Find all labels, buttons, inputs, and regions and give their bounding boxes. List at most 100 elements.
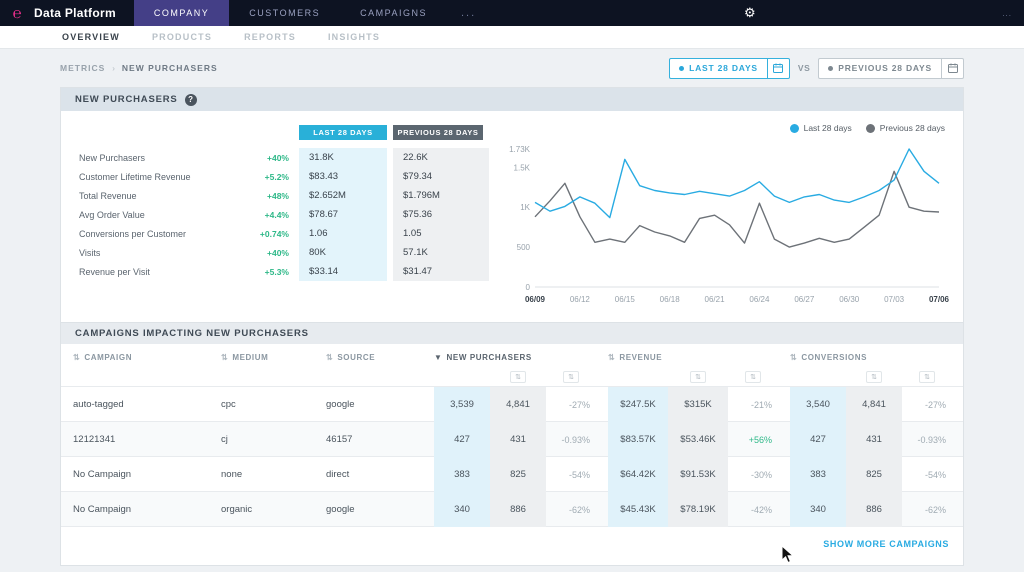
sort-np-change-icon[interactable]: ⇅ (563, 371, 579, 383)
column-header-conversions[interactable]: ⇅ CONVERSIONS (790, 353, 952, 362)
metric-current-value: $33.14 (299, 262, 387, 281)
nav-tab-campaigns[interactable]: Campaigns (340, 0, 447, 26)
nav-tab-customers[interactable]: Customers (229, 0, 340, 26)
cell-conversions-previous: 886 (846, 492, 902, 527)
column-label: REVENUE (619, 352, 663, 362)
last-28-days-button[interactable]: LAST 28 DAYS (669, 57, 768, 79)
help-icon[interactable]: ? (184, 93, 197, 106)
sort-icon: ⇅ (326, 352, 334, 362)
tab-products[interactable]: PRODUCTS (136, 32, 228, 42)
cell-np-current: 3,539 (434, 387, 490, 422)
svg-text:06/15: 06/15 (615, 295, 636, 304)
line-chart[interactable]: 0 500 1K 1.5K 1.73K 06/09 06/12 06/15 06/18 06/21… (501, 139, 949, 307)
sort-conversions-previous-icon[interactable]: ⇅ (866, 371, 882, 383)
metric-label: New Purchasers (79, 152, 146, 163)
campaigns-section-header: CAMPAIGNS IMPACTING NEW PURCHASERS (61, 322, 963, 344)
previous-28-days-calendar-icon[interactable] (942, 57, 964, 79)
previous-28-days-label: PREVIOUS 28 DAYS (838, 63, 932, 73)
table-header-row: ⇅ CAMPAIGN ⇅ MEDIUM ⇅ SOURCE ▼ NEW PURCH… (61, 344, 963, 370)
cell-campaign: No Campaign (73, 504, 132, 515)
nav-tab-company[interactable]: Company (133, 0, 230, 26)
metric-row: Avg Order Value +4.4% $78.67 $75.36 (79, 205, 489, 224)
metric-row: Total Revenue +48% $2.652M $1.796M (79, 186, 489, 205)
vs-label: VS (797, 63, 811, 73)
svg-text:500: 500 (517, 243, 531, 252)
cell-revenue-current: $45.43K (608, 492, 668, 527)
last-28-days-label: LAST 28 DAYS (689, 63, 758, 73)
sort-revenue-change-icon[interactable]: ⇅ (745, 371, 761, 383)
cell-source: direct (326, 469, 350, 480)
breadcrumb-row: METRICS › NEW PURCHASERS LAST 28 DAYS VS… (0, 49, 1024, 87)
svg-text:06/30: 06/30 (839, 295, 860, 304)
cell-revenue-current: $247.5K (608, 387, 668, 422)
metric-change: +40% (267, 152, 289, 163)
sort-icon: ⇅ (608, 352, 616, 362)
cell-revenue-change: -21% (750, 399, 772, 410)
legend-last-28-days[interactable]: Last 28 days (789, 123, 852, 133)
show-more-campaigns-link[interactable]: SHOW MORE CAMPAIGNS (823, 539, 949, 549)
cell-conversions-previous: 4,841 (846, 387, 902, 422)
nav-overflow-icon[interactable]: ... (447, 0, 490, 26)
column-header-campaign[interactable]: ⇅ CAMPAIGN (73, 353, 221, 362)
date-controls: LAST 28 DAYS VS PREVIOUS 28 DAYS (669, 57, 964, 79)
svg-text:06/24: 06/24 (749, 295, 770, 304)
table-row[interactable]: auto-tagged cpc google 3,539 4,841 -27% … (61, 386, 963, 422)
sort-desc-icon: ▼ (434, 352, 443, 362)
sort-conversions-change-icon[interactable]: ⇅ (919, 371, 935, 383)
column-header-revenue[interactable]: ⇅ REVENUE (608, 353, 778, 362)
column-header-medium[interactable]: ⇅ MEDIUM (221, 353, 326, 362)
table-row[interactable]: No Campaign organic google 340 886 -62% … (61, 491, 963, 527)
metric-label: Revenue per Visit (79, 266, 150, 277)
trend-chart: Last 28 days Previous 28 days 0 500 1K 1.5K… (489, 123, 949, 312)
previous-28-days-button[interactable]: PREVIOUS 28 DAYS (818, 57, 942, 79)
cell-np-change: -27% (568, 399, 590, 410)
metric-current-value: $2.652M (299, 186, 387, 205)
column-label: NEW PURCHASERS (446, 352, 532, 362)
legend-label: Last 28 days (803, 123, 852, 133)
last-28-days-calendar-icon[interactable] (767, 57, 790, 79)
cell-campaign: 12121341 (73, 434, 116, 445)
table-row[interactable]: No Campaign none direct 383 825 -54% $64… (61, 456, 963, 492)
cell-revenue-change: -42% (750, 504, 772, 515)
cell-revenue-previous: $91.53K (668, 457, 728, 492)
tab-overview[interactable]: OVERVIEW (46, 32, 136, 42)
svg-text:1K: 1K (520, 203, 530, 212)
cell-revenue-previous: $315K (668, 387, 728, 422)
metric-row: Revenue per Visit +5.3% $33.14 $31.47 (79, 262, 489, 281)
metric-label: Customer Lifetime Revenue (79, 171, 191, 182)
column-header-last-28-days: LAST 28 DAYS (299, 125, 387, 140)
chart-legend: Last 28 days Previous 28 days (776, 123, 945, 133)
topbar-menu-dots-icon[interactable]: ... (1002, 0, 1012, 26)
sort-np-previous-icon[interactable]: ⇅ (510, 371, 526, 383)
cell-conversions-change: -62% (924, 504, 946, 515)
metric-change: +5.3% (264, 266, 289, 277)
settings-gear-icon[interactable]: ⚙ (744, 0, 756, 26)
metrics-panel: LAST 28 DAYS PREVIOUS 28 DAYS New Purcha… (61, 111, 963, 322)
column-header-new-purchasers[interactable]: ▼ NEW PURCHASERS (434, 353, 596, 362)
tab-insights[interactable]: INSIGHTS (312, 32, 396, 42)
legend-previous-28-days[interactable]: Previous 28 days (865, 123, 945, 133)
table-footer: SHOW MORE CAMPAIGNS (61, 526, 963, 565)
sort-revenue-previous-icon[interactable]: ⇅ (690, 371, 706, 383)
svg-text:06/27: 06/27 (794, 295, 815, 304)
cell-np-current: 427 (434, 422, 490, 457)
card-title: NEW PURCHASERS (75, 94, 178, 105)
campaigns-section-title: CAMPAIGNS IMPACTING NEW PURCHASERS (75, 328, 309, 339)
app-logo-icon[interactable]: ℮ (0, 0, 34, 26)
cell-np-current: 340 (434, 492, 490, 527)
svg-text:06/21: 06/21 (705, 295, 726, 304)
cell-medium: cj (221, 434, 228, 445)
cell-source: google (326, 504, 355, 515)
column-header-source[interactable]: ⇅ SOURCE (326, 353, 424, 362)
breadcrumb-metrics[interactable]: METRICS (60, 63, 105, 73)
metric-row: Conversions per Customer +0.74% 1.06 1.0… (79, 224, 489, 243)
card-header: NEW PURCHASERS ? (61, 88, 963, 111)
cell-medium: organic (221, 504, 253, 515)
metric-current-value: 80K (299, 243, 387, 262)
legend-dot-icon (789, 123, 799, 133)
metric-current-value: $83.43 (299, 167, 387, 186)
metric-current-value: 31.8K (299, 148, 387, 167)
metric-previous-value: $79.34 (393, 167, 489, 186)
table-row[interactable]: 12121341 cj 46157 427 431 -0.93% $83.57K… (61, 421, 963, 457)
tab-reports[interactable]: REPORTS (228, 32, 312, 42)
